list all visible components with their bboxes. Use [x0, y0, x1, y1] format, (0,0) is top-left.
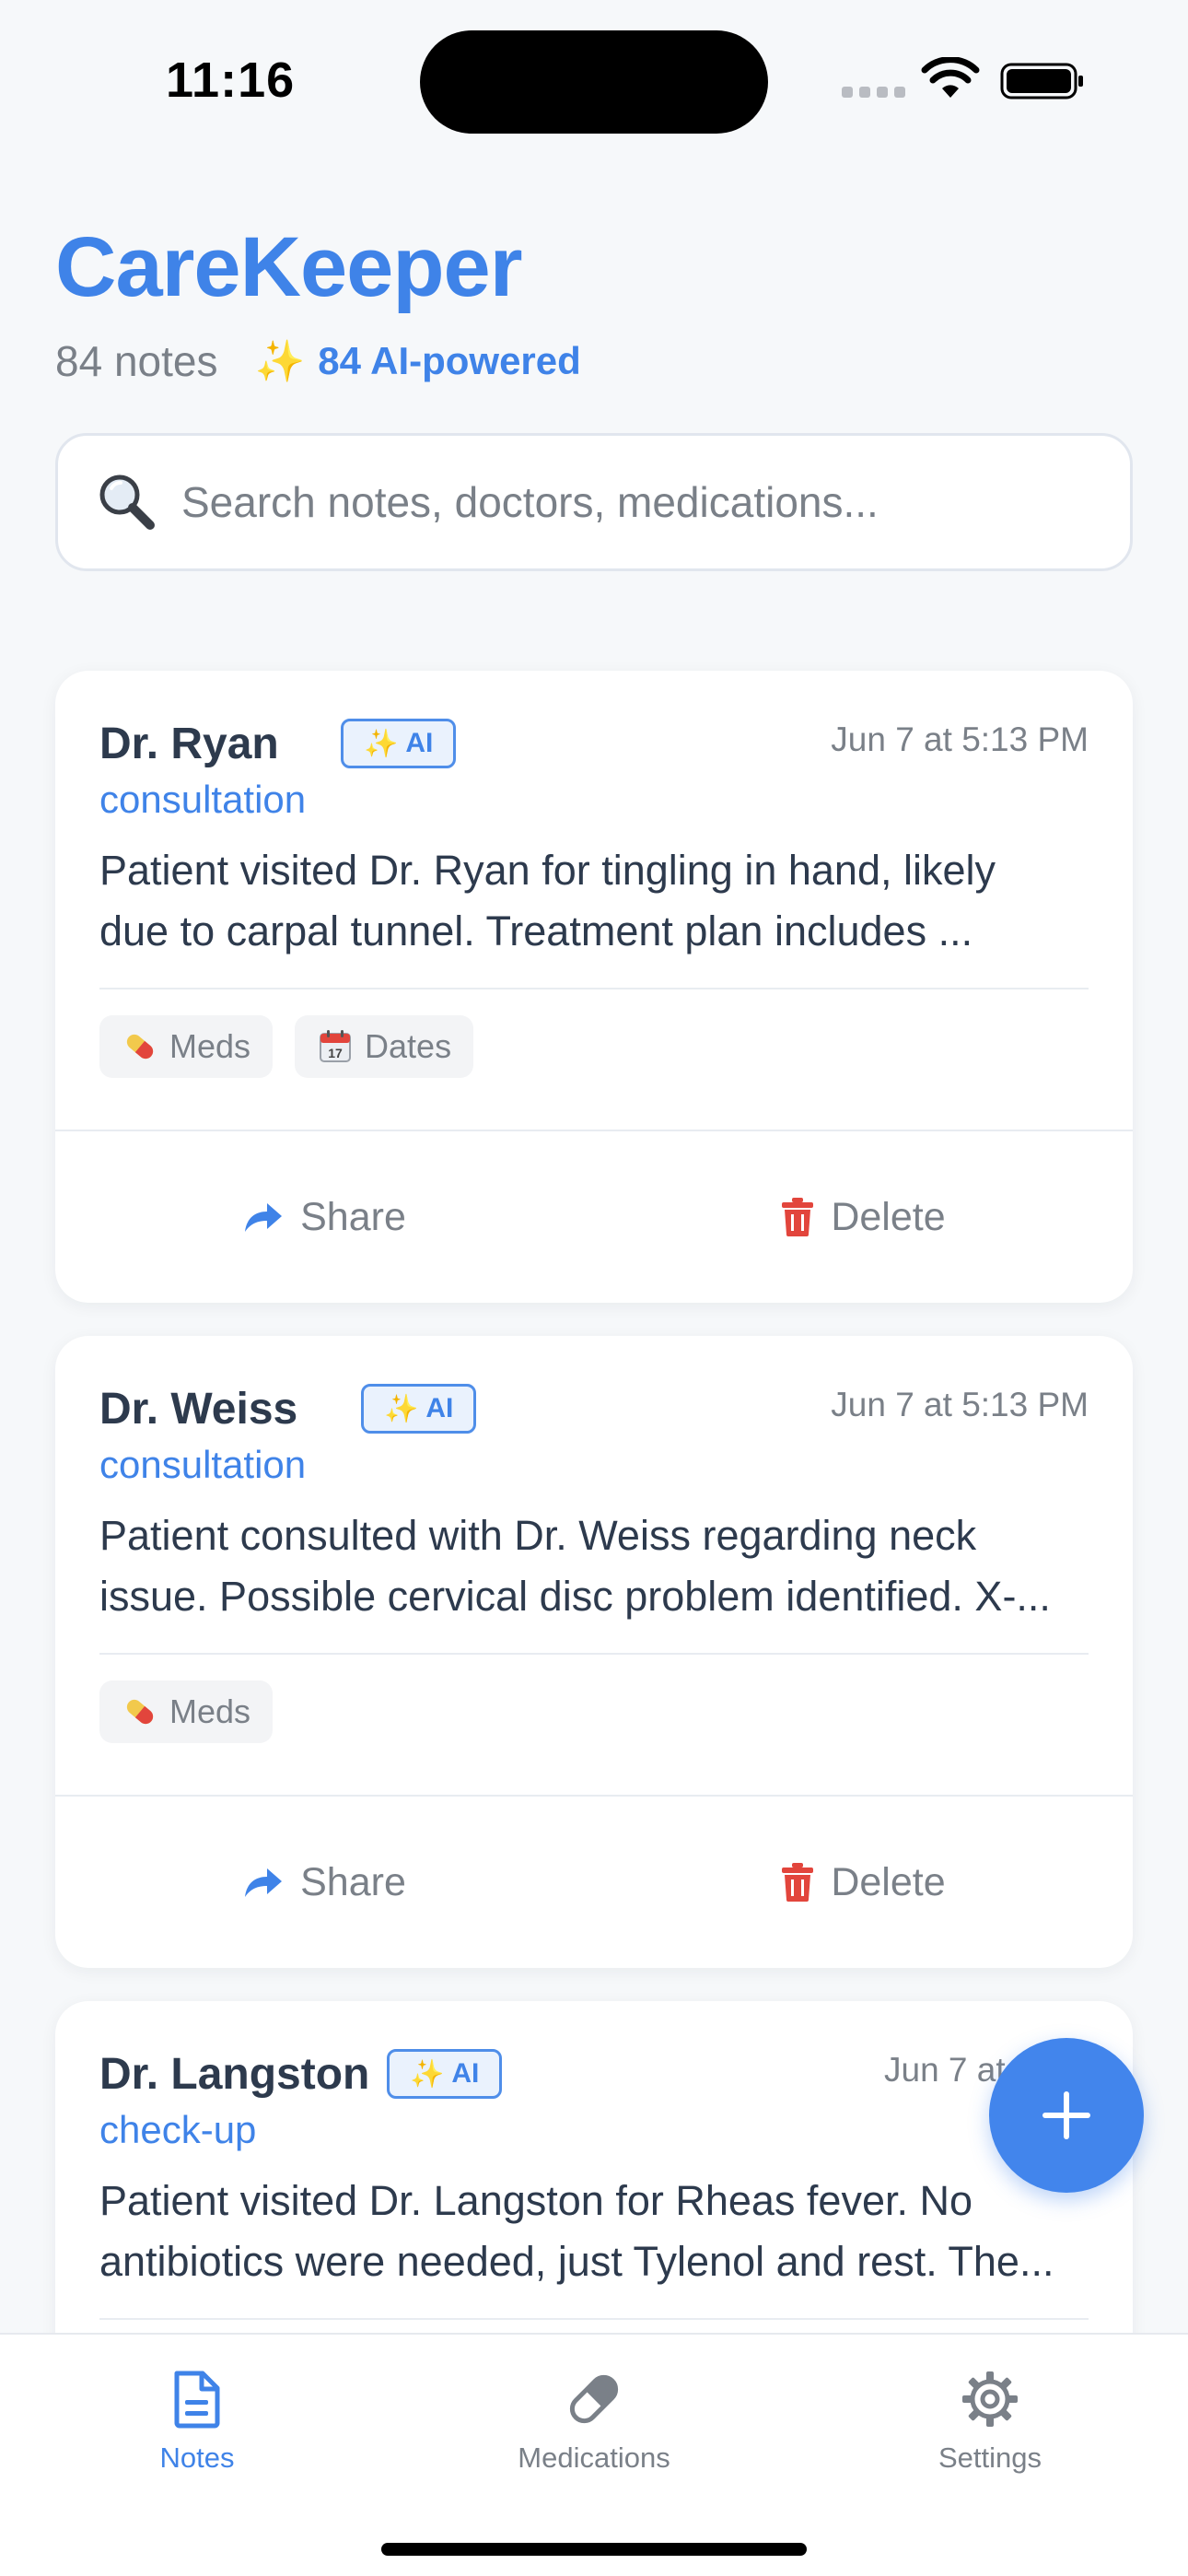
search-bar[interactable]: [55, 433, 1133, 571]
search-input[interactable]: [181, 477, 1066, 527]
status-time: 11:16: [166, 53, 296, 108]
sparkles-icon: ✨: [384, 1393, 419, 1424]
note-category: consultation: [99, 778, 307, 821]
note-summary-line: issue. Possible cervical disc problem id…: [99, 1573, 1051, 1620]
share-label: Share: [300, 1859, 406, 1904]
ai-badge: ✨ AI: [387, 2049, 503, 2099]
note-tags: Meds: [99, 1680, 274, 1743]
tab-notes[interactable]: Notes: [96, 2370, 298, 2499]
note-summary: Patient consulted with Dr. Weiss regardi…: [99, 1505, 1089, 1627]
note-datetime: Jun 7 at 5:13 PM: [831, 1386, 1089, 1423]
sparkles-icon: ✨: [364, 728, 399, 759]
note-card-header: Dr. Weiss ✨ AI Jun 7 at 5:13 PM: [99, 1378, 1089, 1443]
gear-icon: [962, 2371, 1018, 2427]
trash-icon: [782, 1198, 814, 1236]
plus-icon: [1042, 2091, 1090, 2139]
delete-button[interactable]: Delete: [594, 1797, 1133, 1968]
pill-icon: [126, 1034, 154, 1060]
note-actions: Share Delete: [55, 1131, 1133, 1303]
tab-label: Medications: [518, 2441, 670, 2474]
note-summary-line: Patient consulted with Dr. Weiss regardi…: [99, 1512, 977, 1559]
document-icon: [174, 2371, 220, 2429]
note-category: check-up: [99, 2108, 257, 2151]
doctor-name: Dr. Langston: [99, 2050, 370, 2099]
tag-label: Dates: [365, 1027, 452, 1065]
note-summary-line: antibiotics were needed, just Tylenol an…: [99, 2238, 1054, 2285]
delete-button[interactable]: Delete: [594, 1131, 1133, 1303]
share-button[interactable]: Share: [55, 1797, 594, 1968]
note-actions: Share Delete: [55, 1797, 1133, 1968]
note-count: 84 notes: [55, 337, 218, 385]
note-tags: Meds 17 Dates: [99, 1015, 474, 1078]
app-title: CareKeeper: [55, 220, 523, 314]
sparkles-icon: ✨: [410, 2058, 445, 2090]
tag-dates[interactable]: 17 Dates: [295, 1015, 474, 1078]
pill-icon: [126, 1699, 154, 1725]
header-subtitle: 84 notes ✨ 84 AI-powered: [55, 334, 581, 389]
tab-bar: Notes Medications Settings: [0, 2333, 1188, 2576]
note-card[interactable]: Dr. Weiss ✨ AI Jun 7 at 5:13 PM consulta…: [55, 1336, 1133, 1968]
tab-medications[interactable]: Medications: [493, 2370, 695, 2499]
home-indicator: [381, 2543, 807, 2556]
ai-badge: ✨ AI: [361, 1384, 477, 1434]
calendar-icon: 17: [320, 1030, 352, 1062]
ai-powered-count: 84 AI-powered: [318, 339, 581, 382]
tag-meds[interactable]: Meds: [99, 1680, 274, 1743]
dynamic-island: [420, 30, 768, 134]
tag-label: Meds: [169, 1692, 251, 1730]
status-bar: 11:16: [0, 0, 1188, 157]
screen: 11:16 CareKeeper 84 notes ✨ 84 AI-powere…: [0, 0, 1188, 2576]
delete-label: Delete: [831, 1194, 946, 1239]
add-note-button[interactable]: [989, 2038, 1144, 2193]
ai-badge: ✨ AI: [341, 719, 457, 768]
note-summary: Patient visited Dr. Langston for Rheas f…: [99, 2171, 1089, 2292]
trash-icon: [782, 1863, 814, 1902]
ai-badge-label: AI: [451, 2058, 480, 2089]
battery-icon: [1000, 63, 1083, 100]
note-summary: Patient visited Dr. Ryan for tingling in…: [99, 840, 1089, 962]
share-button[interactable]: Share: [55, 1131, 594, 1303]
note-summary-line: Patient visited Dr. Langston for Rheas f…: [99, 2177, 973, 2224]
share-arrow-icon: [245, 1868, 283, 1897]
note-card-header: Dr. Ryan ✨ AI Jun 7 at 5:13 PM: [99, 713, 1089, 778]
tab-settings[interactable]: Settings: [889, 2370, 1091, 2499]
wifi-icon: [921, 57, 980, 98]
divider: [99, 2318, 1089, 2320]
pill-icon: [569, 2374, 619, 2424]
note-category: consultation: [99, 1443, 307, 1486]
ai-badge-label: AI: [425, 1393, 454, 1423]
search-icon: [99, 474, 155, 530]
divider: [99, 988, 1089, 989]
delete-label: Delete: [831, 1859, 946, 1904]
share-label: Share: [300, 1194, 406, 1239]
sparkles-icon: ✨: [254, 339, 306, 384]
tag-meds[interactable]: Meds: [99, 1015, 274, 1078]
tag-label: Meds: [169, 1027, 251, 1065]
doctor-name: Dr. Weiss: [99, 1385, 298, 1434]
doctor-name: Dr. Ryan: [99, 720, 279, 768]
ai-badge-label: AI: [405, 728, 434, 758]
note-card[interactable]: Dr. Ryan ✨ AI Jun 7 at 5:13 PM consultat…: [55, 671, 1133, 1303]
cellular-signal-icon: [842, 87, 906, 98]
note-summary-line: due to carpal tunnel. Treatment plan inc…: [99, 907, 973, 954]
svg-text:17: 17: [328, 1046, 343, 1060]
tab-label: Notes: [159, 2441, 235, 2474]
note-summary-line: Patient visited Dr. Ryan for tingling in…: [99, 847, 996, 894]
share-arrow-icon: [245, 1203, 283, 1232]
note-datetime: Jun 7 at 5:13 PM: [831, 720, 1089, 758]
note-card-header: Dr. Langston ✨ AI Jun 7 at 4:3: [99, 2043, 1089, 2108]
divider: [99, 1653, 1089, 1655]
tab-label: Settings: [938, 2441, 1042, 2474]
